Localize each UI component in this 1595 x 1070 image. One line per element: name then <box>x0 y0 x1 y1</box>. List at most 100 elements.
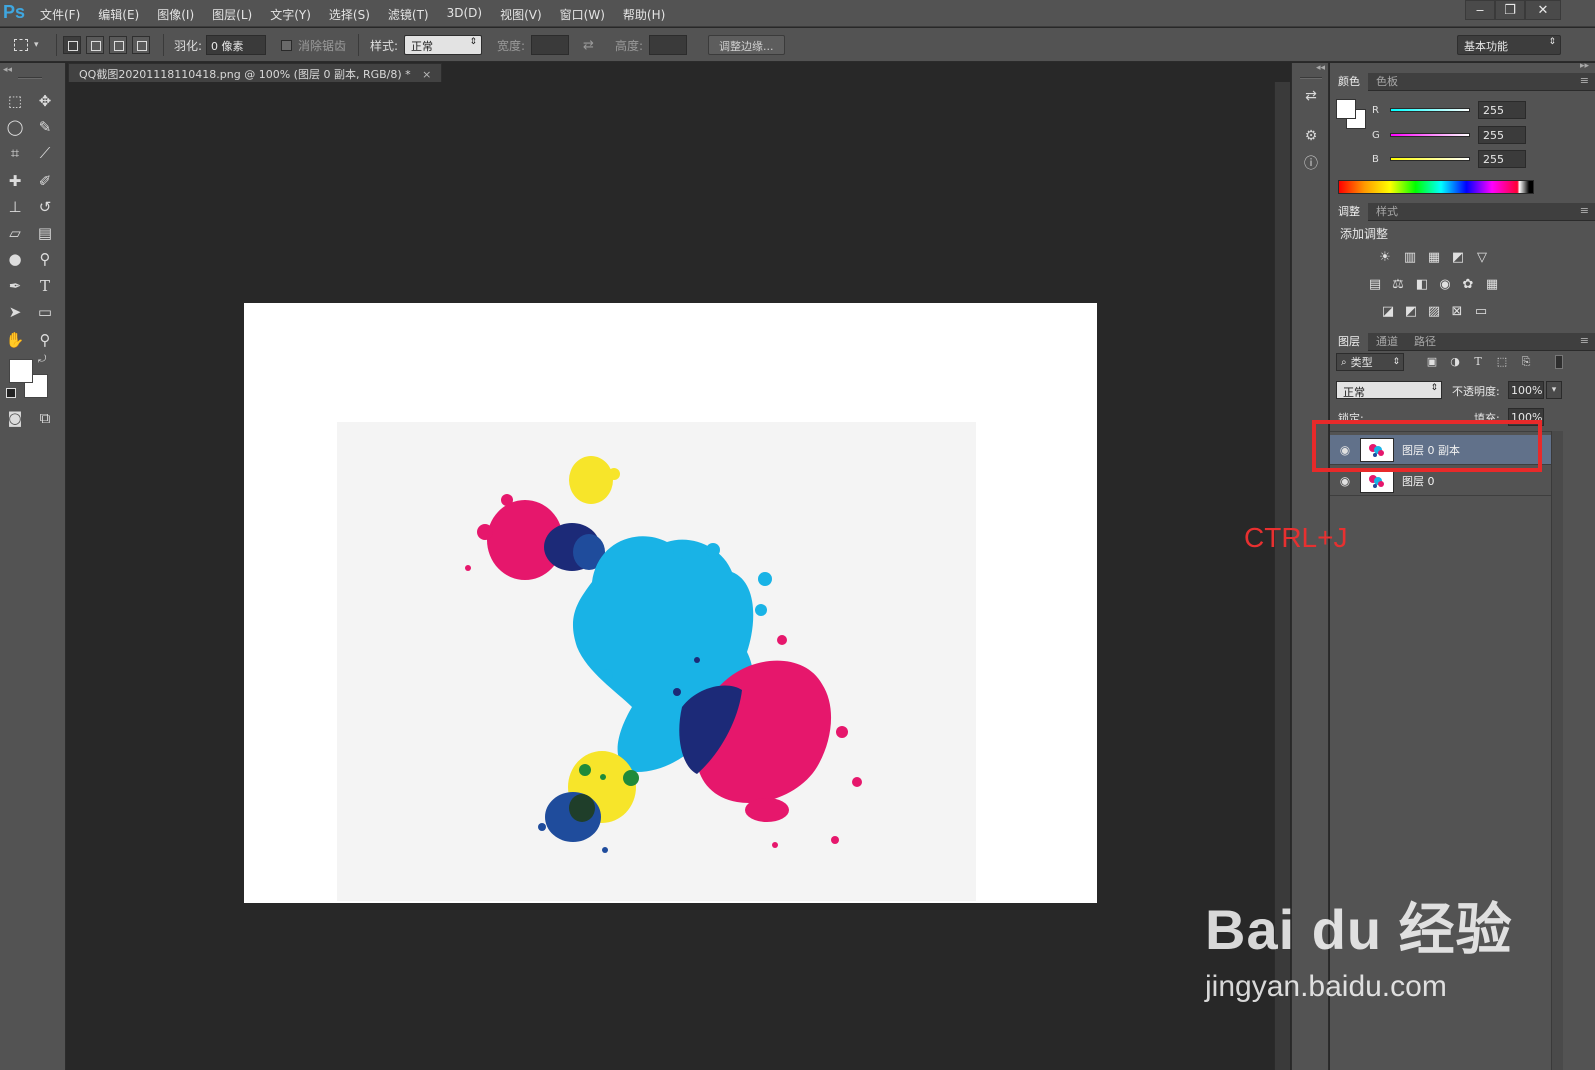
menu-help[interactable]: 帮助(H) <box>623 6 665 23</box>
g-slider[interactable] <box>1390 133 1470 137</box>
collapse-toolbox-icon[interactable]: ◂◂ <box>3 65 12 75</box>
r-value[interactable]: 255 <box>1478 101 1526 119</box>
healing-icon[interactable]: ✚ <box>2 169 28 193</box>
blend-mode-select[interactable]: 正常 ⇕ <box>1336 381 1442 399</box>
layer-filter-select[interactable]: ⌕ 类型 ⇕ <box>1336 353 1404 371</box>
swap-dimensions[interactable]: ⇄ <box>583 28 594 62</box>
g-value[interactable]: 255 <box>1478 126 1526 144</box>
tab-paths[interactable]: 路径 <box>1406 333 1444 351</box>
menu-image[interactable]: 图像(I) <box>157 6 194 23</box>
screenmode-icon[interactable]: ⧉ <box>32 406 58 430</box>
swap-colors-icon[interactable]: ⤾ <box>38 354 46 365</box>
width-input[interactable] <box>531 35 570 55</box>
color-lookup-icon[interactable]: ▦ <box>1482 276 1502 294</box>
antialias-checkbox[interactable] <box>281 39 292 51</box>
info-panel-icon[interactable]: ⓘ <box>1300 153 1322 175</box>
threshold-icon[interactable]: ▨ <box>1424 303 1444 321</box>
collapse-strip-icon[interactable]: ◂◂ <box>1316 63 1325 73</box>
channel-mixer-icon[interactable]: ✿ <box>1458 276 1478 294</box>
panel-menu-icon[interactable]: ≡ <box>1580 204 1589 217</box>
tab-swatches[interactable]: 色板 <box>1368 73 1406 91</box>
refine-edge-button[interactable]: 调整边缘... <box>708 35 785 55</box>
menu-layer[interactable]: 图层(L) <box>212 6 252 23</box>
invert-icon[interactable]: ◪ <box>1378 303 1398 321</box>
subtract-selection-button[interactable] <box>109 36 127 54</box>
menu-file[interactable]: 文件(F) <box>40 6 80 23</box>
filter-smart-icon[interactable]: ⎘ <box>1516 353 1536 371</box>
dodge-icon[interactable]: ⚲ <box>32 247 58 271</box>
zoom-icon[interactable]: ⚲ <box>32 328 58 352</box>
marquee-icon[interactable]: ⬚ <box>2 89 28 113</box>
document-canvas[interactable] <box>244 303 1097 903</box>
lasso-icon[interactable]: ◯ <box>2 115 28 139</box>
b-slider[interactable] <box>1390 157 1470 161</box>
panel-menu-icon[interactable]: ≡ <box>1580 74 1589 87</box>
color-balance-icon[interactable]: ⚖ <box>1388 276 1408 294</box>
exposure-icon[interactable]: ◩ <box>1448 249 1468 267</box>
menu-3d[interactable]: 3D(D) <box>447 6 482 23</box>
restore-button[interactable]: ❐ <box>1495 0 1525 20</box>
menu-window[interactable]: 窗口(W) <box>560 6 605 23</box>
menu-filter[interactable]: 滤镜(T) <box>388 6 429 23</box>
gradient-icon[interactable]: ▤ <box>32 221 58 245</box>
quickmask-icon[interactable]: ◙ <box>2 406 28 430</box>
opacity-arrow-icon[interactable]: ▾ <box>1546 381 1562 399</box>
filter-pixel-icon[interactable]: ▣ <box>1422 353 1442 371</box>
foreground-color-swatch[interactable] <box>9 359 33 383</box>
close-document-icon[interactable]: × <box>422 68 431 81</box>
levels-icon[interactable]: ▥ <box>1400 249 1420 267</box>
history-brush-icon[interactable]: ↺ <box>32 195 58 219</box>
move-icon[interactable]: ✥ <box>32 89 58 113</box>
default-colors-icon[interactable] <box>6 388 16 398</box>
path-select-icon[interactable]: ➤ <box>2 300 28 324</box>
menu-type[interactable]: 文字(Y) <box>270 6 311 23</box>
minimize-button[interactable]: ‒ <box>1465 0 1495 20</box>
eraser-icon[interactable]: ▱ <box>2 221 28 245</box>
feather-input[interactable]: 0 像素 <box>206 35 267 55</box>
collapse-panels-icon[interactable]: ▸▸ <box>1580 61 1589 71</box>
panel-menu-icon[interactable]: ≡ <box>1580 334 1589 347</box>
quick-select-icon[interactable]: ✎ <box>32 115 58 139</box>
pen-icon[interactable]: ✒ <box>2 274 28 298</box>
properties-panel-icon[interactable]: ⚙ <box>1300 125 1322 147</box>
type-icon[interactable]: T <box>32 274 58 298</box>
filter-toggle[interactable] <box>1555 355 1563 369</box>
close-window-button[interactable]: ✕ <box>1525 0 1561 20</box>
b-value[interactable]: 255 <box>1478 150 1526 168</box>
tab-styles[interactable]: 样式 <box>1368 203 1406 221</box>
color-fg-swatch[interactable] <box>1336 99 1356 119</box>
add-selection-button[interactable] <box>86 36 104 54</box>
eye-icon[interactable]: ◉ <box>1330 474 1360 488</box>
color-spectrum[interactable] <box>1338 180 1534 194</box>
filter-type-icon[interactable]: T <box>1468 353 1488 371</box>
curves-icon[interactable]: ▦ <box>1424 249 1444 267</box>
selective-color-icon[interactable]: ⊠ <box>1447 303 1467 321</box>
brightness-icon[interactable]: ☀ <box>1375 249 1395 267</box>
brush-icon[interactable]: ✐ <box>32 169 58 193</box>
opacity-input[interactable]: 100% <box>1508 381 1544 399</box>
history-panel-icon[interactable]: ⇄ <box>1300 85 1322 107</box>
layers-scrollbar[interactable] <box>1551 431 1563 1070</box>
posterize-icon[interactable]: ◩ <box>1401 303 1421 321</box>
menu-view[interactable]: 视图(V) <box>500 6 542 23</box>
hand-icon[interactable]: ✋ <box>2 328 28 352</box>
photo-filter-icon[interactable]: ◉ <box>1435 276 1455 294</box>
tab-adjustments[interactable]: 调整 <box>1330 202 1368 221</box>
eyedropper-icon[interactable]: ⟋ <box>32 141 58 165</box>
menu-edit[interactable]: 编辑(E) <box>98 6 139 23</box>
filter-adjustment-icon[interactable]: ◑ <box>1445 353 1465 371</box>
workspace-select[interactable]: 基本功能 ⇕ <box>1457 35 1561 55</box>
tab-channels[interactable]: 通道 <box>1368 333 1406 351</box>
new-selection-button[interactable] <box>63 36 81 54</box>
intersect-selection-button[interactable] <box>132 36 150 54</box>
stamp-icon[interactable]: ⊥ <box>2 195 28 219</box>
height-input[interactable] <box>649 35 688 55</box>
style-select[interactable]: 正常 ⇕ <box>404 35 483 55</box>
vibrance-icon[interactable]: ▽ <box>1472 249 1492 267</box>
crop-icon[interactable]: ⌗ <box>2 141 28 165</box>
gradient-map-icon[interactable]: ▭ <box>1471 303 1491 321</box>
r-slider[interactable] <box>1390 108 1470 112</box>
black-white-icon[interactable]: ◧ <box>1412 276 1432 294</box>
document-tab[interactable]: QQ截图20201118110418.png @ 100% (图层 0 副本, … <box>68 63 443 82</box>
hue-saturation-icon[interactable]: ▤ <box>1365 276 1385 294</box>
